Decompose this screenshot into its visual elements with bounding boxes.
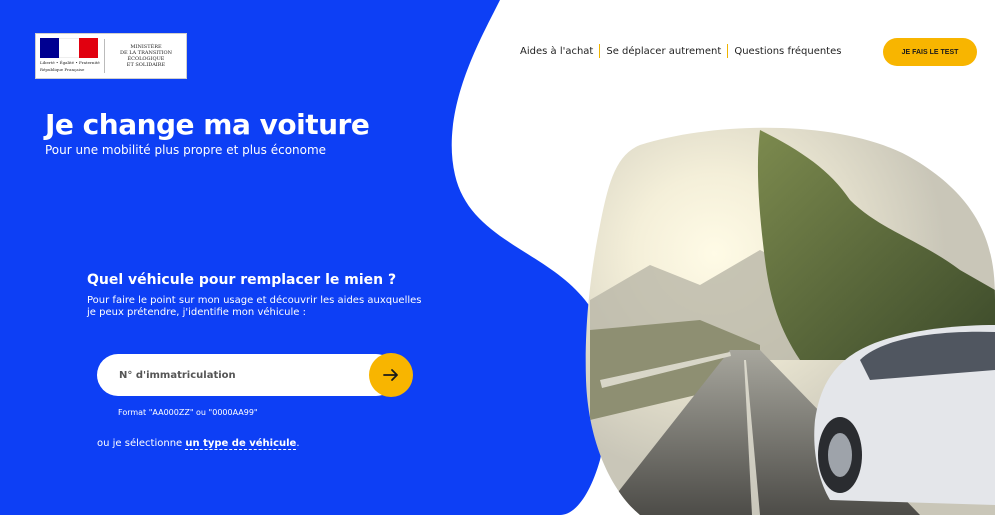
ministry-name: MINISTÈRE DE LA TRANSITION ÉCOLOGIQUE ET… bbox=[111, 44, 181, 68]
page-subtitle: Pour une mobilité plus propre et plus éc… bbox=[45, 143, 327, 157]
plate-number-input[interactable] bbox=[97, 354, 397, 396]
nav-item-aides-achat[interactable]: Aides à l'achat bbox=[520, 46, 593, 57]
main-nav: Aides à l'achat Se déplacer autrement Qu… bbox=[520, 44, 841, 58]
plate-search-form bbox=[97, 353, 413, 397]
nav-item-questions[interactable]: Questions fréquentes bbox=[734, 46, 841, 57]
page-title: Je change ma voiture bbox=[45, 108, 370, 141]
plate-submit-button[interactable] bbox=[369, 353, 413, 397]
ministry-line: ET SOLIDAIRE bbox=[126, 62, 166, 68]
nav-divider bbox=[727, 44, 729, 58]
logo-motto: Liberté • Égalité • Fraternité bbox=[40, 60, 100, 65]
marianne-logo: Liberté • Égalité • Fraternité Républiqu… bbox=[40, 36, 100, 76]
page: Liberté • Égalité • Fraternité Républiqu… bbox=[0, 0, 995, 515]
vehicle-type-link[interactable]: un type de véhicule bbox=[185, 438, 297, 450]
plate-format-hint: Format "AA000ZZ" ou "0000AA99" bbox=[118, 408, 258, 417]
french-flag-icon bbox=[40, 38, 98, 58]
logo-divider bbox=[104, 39, 105, 73]
start-test-button[interactable]: JE FAIS LE TEST bbox=[883, 38, 977, 66]
vehicle-question: Quel véhicule pour remplacer le mien ? bbox=[87, 272, 397, 288]
nav-item-se-deplacer[interactable]: Se déplacer autrement bbox=[606, 46, 721, 57]
vehicle-question-description: Pour faire le point sur mon usage et déc… bbox=[87, 295, 422, 318]
ministry-logo[interactable]: Liberté • Égalité • Fraternité Républiqu… bbox=[35, 33, 187, 79]
alt-prefix: ou je sélectionne bbox=[97, 438, 186, 449]
logo-country: République Française bbox=[40, 67, 85, 72]
nav-divider bbox=[599, 44, 601, 58]
alternative-selection: ou je sélectionne un type de véhicule. bbox=[97, 438, 300, 450]
alt-suffix: . bbox=[296, 438, 300, 449]
arrow-right-icon bbox=[383, 369, 398, 381]
